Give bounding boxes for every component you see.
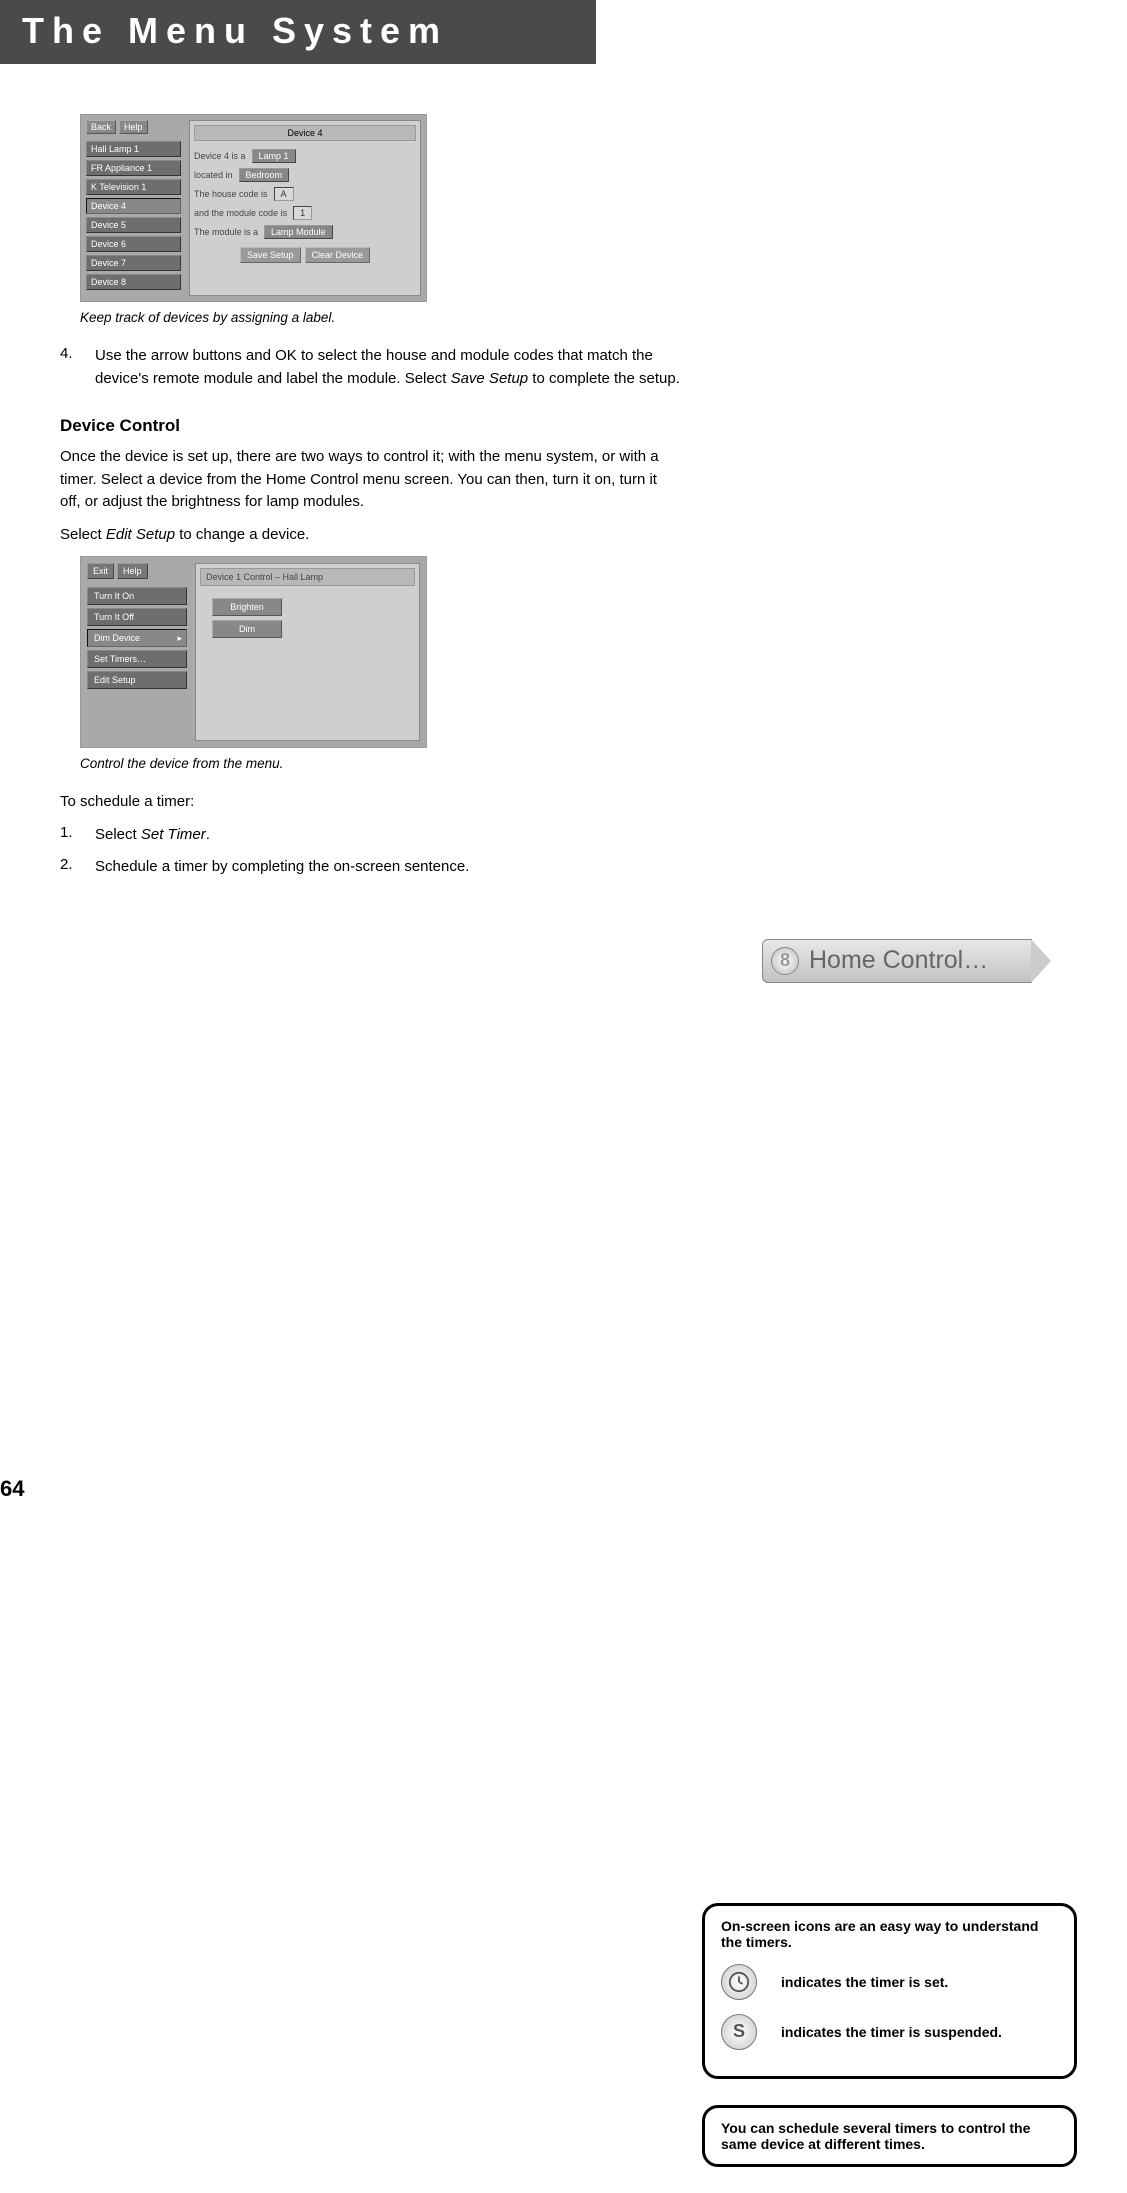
home-control-badge: 8 Home Control… [762, 939, 1032, 983]
sidebar-box-tip: You can schedule several timers to contr… [702, 2105, 1077, 2167]
save-setup-button[interactable]: Save Setup [240, 247, 301, 263]
sidebar-item[interactable]: Hall Lamp 1 [86, 141, 181, 157]
caption: Control the device from the menu. [80, 756, 690, 771]
sidebar-item[interactable]: K Television 1 [86, 179, 181, 195]
step-text: to complete the setup. [528, 370, 680, 387]
step-number: 4. [60, 345, 95, 390]
brighten-button[interactable]: Brighten [212, 598, 282, 616]
sidebar-item[interactable]: Device 7 [86, 255, 181, 271]
page-number: 64 [0, 1476, 24, 1502]
paragraph: To schedule a timer: [60, 791, 660, 814]
help-button[interactable]: Help [119, 120, 148, 134]
clear-device-button[interactable]: Clear Device [305, 247, 371, 263]
text: to change a device. [175, 526, 309, 543]
sidebar-item[interactable]: Edit Setup [87, 671, 187, 689]
step-italic: Save Setup [451, 370, 529, 387]
exit-button[interactable]: Exit [87, 563, 114, 579]
icon-description: indicates the timer is suspended. [781, 2024, 1002, 2040]
label: The house code is [194, 189, 268, 199]
sidebar-item[interactable]: Device 8 [86, 274, 181, 290]
sidebar-item[interactable]: Device 6 [86, 236, 181, 252]
sidebar-box-icons: On-screen icons are an easy way to under… [702, 1903, 1077, 2079]
screenshot-device-setup: Back Help Hall Lamp 1 FR Appliance 1 K T… [80, 114, 427, 302]
step-1: 1. Select Set Timer. [60, 824, 690, 847]
clock-icon [721, 1964, 757, 2000]
badge-label: Home Control… [809, 946, 988, 975]
step-text: Schedule a timer by completing the on-sc… [95, 856, 690, 879]
value-select[interactable]: Bedroom [239, 168, 290, 182]
label: The module is a [194, 227, 258, 237]
badge-number-icon: 8 [771, 947, 799, 975]
step-number: 1. [60, 824, 95, 847]
text: Select [60, 526, 106, 543]
sidebar-item[interactable]: Turn It Off [87, 608, 187, 626]
text-italic: Edit Setup [106, 526, 175, 543]
value-select[interactable]: 1 [293, 206, 312, 220]
step-number: 2. [60, 856, 95, 879]
panel-title: Device 1 Control – Hall Lamp [200, 568, 415, 586]
help-button[interactable]: Help [117, 563, 148, 579]
value-select[interactable]: Lamp 1 [252, 149, 296, 163]
sidebar-item[interactable]: Turn It On [87, 587, 187, 605]
paragraph: Once the device is set up, there are two… [60, 446, 660, 514]
label: located in [194, 170, 233, 180]
paragraph: Select Edit Setup to change a device. [60, 524, 660, 547]
sidebar-item-selected[interactable]: Dim Device [87, 629, 187, 647]
step-2: 2. Schedule a timer by completing the on… [60, 856, 690, 879]
screenshot-device-control: Exit Help Turn It On Turn It Off Dim Dev… [80, 556, 427, 748]
label: Device 4 is a [194, 151, 246, 161]
caption: Keep track of devices by assigning a lab… [80, 310, 690, 325]
step-text: . [206, 826, 210, 843]
page-title: The Menu System [0, 0, 596, 64]
sidebar-item[interactable]: FR Appliance 1 [86, 160, 181, 176]
sidebar-item[interactable]: Set Timers… [87, 650, 187, 668]
value-select[interactable]: Lamp Module [264, 225, 333, 239]
chevron-right-icon [1031, 939, 1051, 983]
value-select[interactable]: A [274, 187, 294, 201]
suspended-icon: S [721, 2014, 757, 2050]
back-button[interactable]: Back [86, 120, 116, 134]
step-text: Select [95, 826, 141, 843]
heading-device-control: Device Control [60, 416, 690, 436]
dim-button[interactable]: Dim [212, 620, 282, 638]
icon-description: indicates the timer is set. [781, 1974, 948, 1990]
sidebar-intro: On-screen icons are an easy way to under… [721, 1918, 1058, 1950]
label: and the module code is [194, 208, 287, 218]
step-italic: Set Timer [141, 826, 206, 843]
step-4: 4. Use the arrow buttons and OK to selec… [60, 345, 690, 390]
panel-title: Device 4 [194, 125, 416, 141]
sidebar-item-selected[interactable]: Device 4 [86, 198, 181, 214]
sidebar-item[interactable]: Device 5 [86, 217, 181, 233]
